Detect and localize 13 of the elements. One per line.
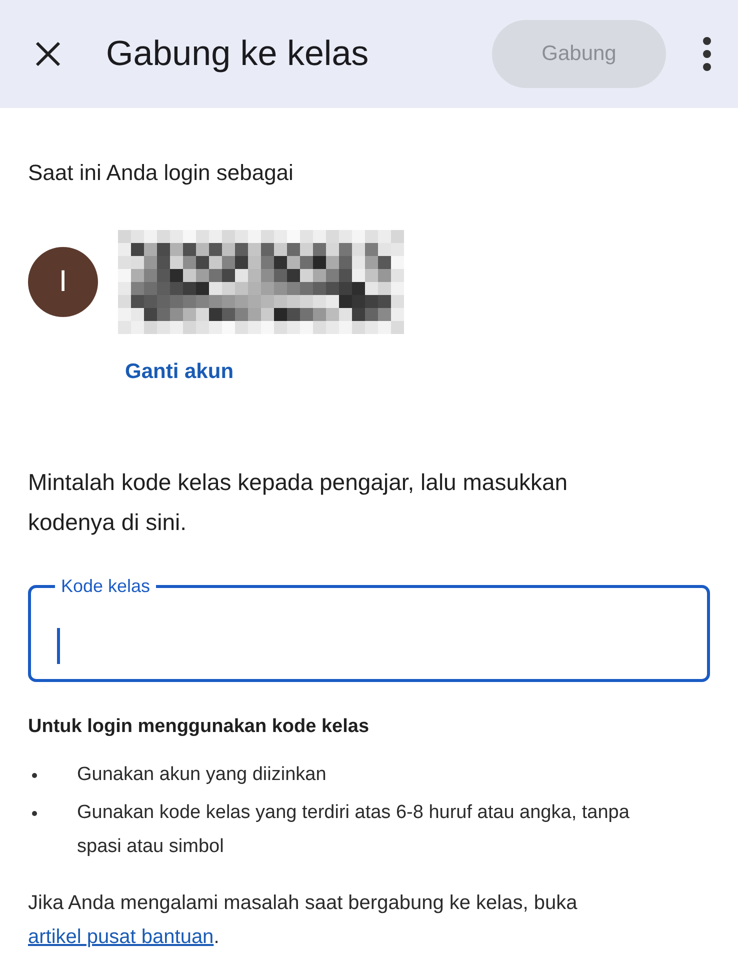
signed-in-heading: Saat ini Anda login sebagai: [28, 160, 294, 186]
help-center-link[interactable]: artikel pusat bantuan: [28, 926, 214, 948]
tip-text: Gunakan akun yang diizinkan: [77, 763, 328, 787]
tip-text: Gunakan kode kelas yang terdiri atas 6-8 huruf atau angka, tanpa spasi atau simbol: [77, 801, 630, 859]
tips-heading: Untuk login menggunakan kode kelas: [28, 716, 370, 738]
more-icon[interactable]: [702, 37, 712, 71]
bullet-dot: [32, 773, 37, 778]
avatar: I: [28, 247, 98, 317]
instruction-text: Mintalah kode kelas kepada pengajar, lalu masukkan kodenya di sini.: [28, 468, 569, 537]
bullet-dot: [32, 811, 37, 816]
switch-account-link[interactable]: Ganti akun: [125, 360, 234, 384]
help-text: Jika Anda mengalami masalah saat bergabung ke kelas, buka artikel pusat bantuan.: [28, 891, 578, 950]
page-title: Gabung ke kelas: [106, 34, 370, 74]
